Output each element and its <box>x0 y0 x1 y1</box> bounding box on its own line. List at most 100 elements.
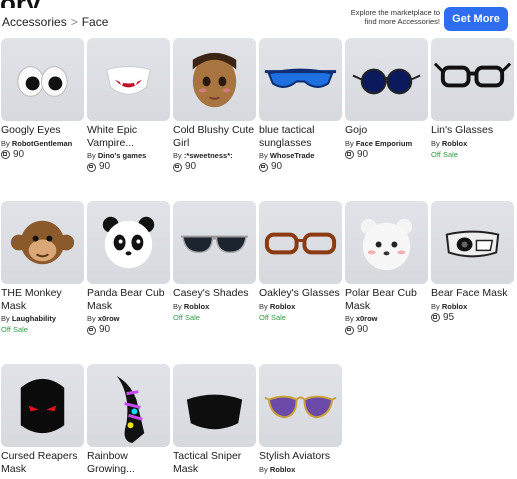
item-name[interactable]: Oakley's Glasses <box>259 287 342 300</box>
item-creator[interactable]: By RobotGentleman <box>1 138 84 149</box>
item-creator[interactable]: By x0row <box>87 313 170 324</box>
item-thumbnail[interactable] <box>1 38 84 121</box>
item-card[interactable]: Oakley's Glasses By Roblox Off Sale <box>259 201 342 364</box>
robux-icon <box>173 162 182 172</box>
item-creator[interactable]: By Roblox <box>431 301 514 312</box>
item-card[interactable]: Cold Blushy Cute Girl By :*sweetness*: 90 <box>173 38 256 201</box>
item-card[interactable]: Bear Face Mask By Roblox 95 <box>431 201 514 364</box>
item-price: 90 <box>87 161 170 173</box>
item-name[interactable]: blue tactical sunglasses <box>259 124 342 149</box>
item-creator[interactable]: By Roblox <box>259 464 342 475</box>
creator-prefix: By <box>87 314 98 323</box>
creator-name[interactable]: Roblox <box>184 302 209 311</box>
creator-name[interactable]: x0row <box>98 314 120 323</box>
item-card[interactable]: THE Monkey Mask By Laughability Off Sale <box>1 201 84 364</box>
item-creator[interactable]: By Roblox <box>173 301 256 312</box>
item-thumbnail[interactable] <box>173 38 256 121</box>
item-name[interactable]: Bear Face Mask <box>431 287 514 300</box>
creator-name[interactable]: Roblox <box>442 139 467 148</box>
creator-name[interactable]: Roblox <box>270 302 295 311</box>
item-name[interactable]: Casey's Shades <box>173 287 256 300</box>
blue-sunglasses-icon <box>264 68 337 88</box>
item-name[interactable]: Lin's Glasses <box>431 124 514 137</box>
item-card[interactable]: Gojo By Face Emporium 90 <box>345 38 428 201</box>
creator-prefix: By <box>87 151 98 160</box>
item-creator[interactable]: By Roblox <box>259 301 342 312</box>
item-creator[interactable]: By Roblox <box>431 138 514 149</box>
creator-name[interactable]: Roblox <box>270 465 295 474</box>
item-creator[interactable]: By Laughability <box>1 313 84 324</box>
item-card[interactable]: Panda Bear Cub Mask By x0row 90 <box>87 201 170 364</box>
item-thumbnail[interactable] <box>431 38 514 121</box>
creator-prefix: By <box>431 138 442 148</box>
item-thumbnail[interactable] <box>87 201 170 284</box>
googly-eyes-icon <box>17 66 68 97</box>
item-price: 90 <box>259 161 342 173</box>
item-card[interactable]: Tactical Sniper Mask <box>173 364 256 479</box>
get-more-button[interactable]: Get More <box>444 7 508 31</box>
item-creator[interactable]: By Face Emporium <box>345 138 428 149</box>
robux-icon <box>345 150 354 159</box>
item-name[interactable]: THE Monkey Mask <box>1 287 84 312</box>
item-thumbnail[interactable] <box>1 201 84 284</box>
creator-prefix: By <box>1 138 12 148</box>
item-name[interactable]: Panda Bear Cub Mask <box>87 287 170 312</box>
item-price: 95 <box>431 312 514 324</box>
item-name[interactable]: Googly Eyes <box>1 124 84 137</box>
item-creator[interactable]: By WhoseTrade <box>259 150 342 161</box>
reaper-mask-icon <box>20 378 65 434</box>
item-thumbnail[interactable] <box>87 38 170 121</box>
creator-name[interactable]: Roblox <box>442 302 467 311</box>
item-name[interactable]: Cursed Reapers Mask <box>1 450 84 475</box>
item-thumbnail[interactable] <box>345 38 428 121</box>
item-thumbnail[interactable] <box>259 38 342 121</box>
item-thumbnail[interactable] <box>173 364 256 447</box>
round-glasses-icon <box>352 68 421 95</box>
girl-face-icon <box>192 52 237 108</box>
creator-prefix: By <box>1 314 12 323</box>
item-card[interactable]: Lin's Glasses By Roblox Off Sale <box>431 38 514 201</box>
creator-name[interactable]: :*sweetness*: <box>184 151 233 160</box>
item-card[interactable]: Rainbow Growing... <box>87 364 170 479</box>
item-name[interactable]: Stylish Aviators <box>259 450 342 463</box>
item-name[interactable]: Rainbow Growing... <box>87 450 170 475</box>
creator-name[interactable]: Face Emporium <box>356 139 412 148</box>
item-thumbnail[interactable] <box>87 364 170 447</box>
item-thumbnail[interactable] <box>1 364 84 447</box>
item-price: 90 <box>1 149 84 161</box>
item-card[interactable]: Googly Eyes By RobotGentleman 90 <box>1 38 84 201</box>
creator-name[interactable]: Laughability <box>12 314 56 323</box>
item-card[interactable]: White Epic Vampire... By Dino's games 90 <box>87 38 170 201</box>
item-card[interactable]: Polar Bear Cub Mask By x0row 90 <box>345 201 428 364</box>
creator-prefix: By <box>431 301 442 311</box>
creator-name[interactable]: x0row <box>356 314 378 323</box>
vampire-mask-icon <box>106 66 151 95</box>
item-name[interactable]: Polar Bear Cub Mask <box>345 287 428 312</box>
item-thumbnail[interactable] <box>431 201 514 284</box>
creator-name[interactable]: Dino's games <box>98 151 146 160</box>
breadcrumb-accessories[interactable]: Accessories <box>2 15 67 29</box>
item-name[interactable]: Cold Blushy Cute Girl <box>173 124 256 149</box>
item-creator[interactable]: By :*sweetness*: <box>173 150 256 161</box>
creator-prefix: By <box>173 301 184 311</box>
item-card[interactable]: Stylish Aviators By Roblox <box>259 364 342 479</box>
price-value: 90 <box>357 148 369 160</box>
item-card[interactable]: Cursed Reapers Mask <box>1 364 84 479</box>
item-thumbnail[interactable] <box>345 201 428 284</box>
item-card[interactable]: Casey's Shades By Roblox Off Sale <box>173 201 256 364</box>
item-thumbnail[interactable] <box>259 201 342 284</box>
item-name[interactable]: White Epic Vampire... <box>87 124 170 149</box>
item-card[interactable]: blue tactical sunglasses By WhoseTrade 90 <box>259 38 342 201</box>
panda-mask-icon <box>102 216 155 269</box>
item-creator[interactable]: By x0row <box>345 313 428 324</box>
price-value: 90 <box>99 324 111 335</box>
creator-name[interactable]: WhoseTrade <box>270 151 315 160</box>
item-name[interactable]: Gojo <box>345 124 428 137</box>
creator-name[interactable]: RobotGentleman <box>12 139 72 148</box>
robux-icon <box>87 162 96 172</box>
item-name[interactable]: Tactical Sniper Mask <box>173 450 256 475</box>
item-creator[interactable]: By Dino's games <box>87 150 170 161</box>
item-thumbnail[interactable] <box>259 364 342 447</box>
item-thumbnail[interactable] <box>173 201 256 284</box>
shades-icon <box>180 235 249 254</box>
